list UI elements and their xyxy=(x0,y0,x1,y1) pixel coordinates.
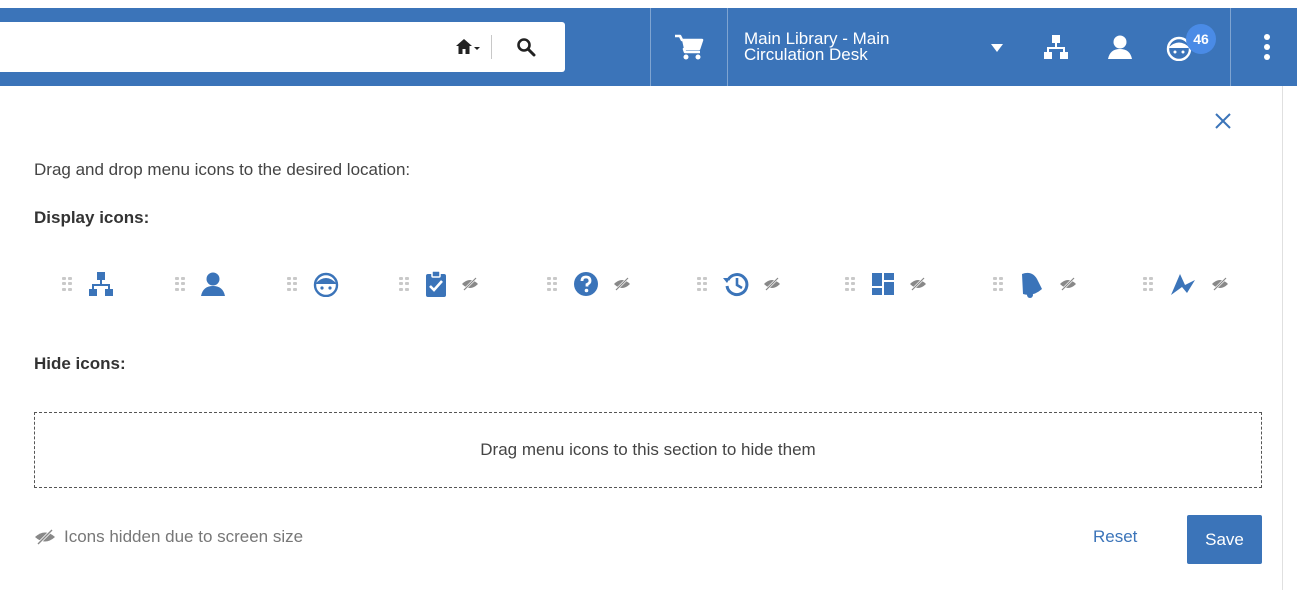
save-button[interactable]: Save xyxy=(1187,515,1262,564)
user-button[interactable] xyxy=(1096,8,1144,86)
launch-icon xyxy=(1171,274,1195,295)
cart-button[interactable] xyxy=(652,8,726,86)
draggable-icon-tasks[interactable] xyxy=(399,262,479,306)
hierarchy-icon xyxy=(1044,35,1068,59)
help-circle-icon xyxy=(574,272,598,296)
hidden-on-small-screens-indicator xyxy=(1059,277,1077,291)
draggable-icon-avatar[interactable] xyxy=(287,262,339,306)
dropzone-hint: Drag menu icons to this section to hide … xyxy=(480,440,816,459)
eye-slash-icon xyxy=(764,277,780,291)
search-input[interactable] xyxy=(0,22,565,72)
library-selector[interactable]: Main Library - Main Circulation Desk xyxy=(728,8,1024,86)
more-menu-button[interactable] xyxy=(1236,8,1297,86)
hidden-icons-note-text: Icons hidden due to screen size xyxy=(64,527,304,546)
close-icon[interactable] xyxy=(1210,108,1236,134)
history-icon xyxy=(723,273,749,296)
display-icons-label: Display icons: xyxy=(34,208,150,227)
hidden-on-small-screens-indicator xyxy=(613,277,631,291)
search-divider xyxy=(491,35,492,59)
hierarchy-button[interactable] xyxy=(1032,8,1080,86)
drag-handle-icon[interactable] xyxy=(1143,277,1153,291)
eye-slash-icon xyxy=(1212,277,1228,291)
avatar-face-icon xyxy=(313,272,339,297)
drag-handle-icon[interactable] xyxy=(62,277,72,291)
more-vertical-icon-dot xyxy=(1263,54,1270,60)
hierarchy-icon xyxy=(89,272,113,296)
hidden-icons-note: Icons hidden due to screen size xyxy=(34,527,303,547)
reset-button[interactable]: Reset xyxy=(1093,527,1137,547)
drag-handle-icon[interactable] xyxy=(175,277,185,291)
eye-slash-icon xyxy=(1060,277,1076,291)
hidden-on-small-screens-indicator xyxy=(763,277,781,291)
more-vertical-icon-dot xyxy=(1263,44,1270,50)
hidden-on-small-screens-indicator xyxy=(1211,277,1229,291)
eye-slash-icon xyxy=(614,277,630,291)
more-vertical-icon-dot xyxy=(1263,34,1270,40)
eye-slash-icon xyxy=(910,277,926,291)
draggable-icon-notifications[interactable] xyxy=(993,262,1077,306)
draggable-icon-hierarchy[interactable] xyxy=(62,262,114,306)
hide-icons-label: Hide icons: xyxy=(34,354,126,373)
user-icon xyxy=(1108,35,1132,59)
search-scope-dropdown[interactable] xyxy=(445,22,491,72)
home-icon xyxy=(456,39,480,54)
hide-icons-dropzone[interactable]: Drag menu icons to this section to hide … xyxy=(34,412,1262,488)
draggable-icon-user[interactable] xyxy=(175,262,225,306)
drag-handle-icon[interactable] xyxy=(547,277,557,291)
topbar-divider xyxy=(1230,8,1231,86)
hidden-on-small-screens-indicator xyxy=(461,277,479,291)
drag-handle-icon[interactable] xyxy=(845,277,855,291)
topbar-divider xyxy=(650,8,651,86)
draggable-icon-dashboard[interactable] xyxy=(845,262,927,306)
user-icon xyxy=(201,272,225,296)
notification-badge: 46 xyxy=(1186,24,1216,54)
eye-slash-icon xyxy=(35,529,55,545)
hidden-on-small-screens-indicator xyxy=(909,277,927,291)
drag-handle-icon[interactable] xyxy=(993,277,1003,291)
drag-handle-icon[interactable] xyxy=(697,277,707,291)
display-icons-list xyxy=(0,262,1297,306)
clipboard-check-icon xyxy=(426,270,446,297)
caret-down-icon xyxy=(991,44,1003,52)
eye-slash-icon xyxy=(462,277,478,291)
draggable-icon-launch[interactable] xyxy=(1143,262,1229,306)
top-bar: Main Library - Main Circulation Desk 46 xyxy=(0,8,1297,86)
dashboard-icon xyxy=(872,273,894,295)
instructions-text: Drag and drop menu icons to the desired … xyxy=(34,160,411,179)
desk-name: Circulation Desk xyxy=(744,45,868,64)
search-icon xyxy=(517,38,536,57)
bell-icon xyxy=(1022,272,1042,298)
draggable-icon-help[interactable] xyxy=(547,262,631,306)
drag-handle-icon[interactable] xyxy=(287,277,297,291)
panel-border xyxy=(1282,86,1283,590)
draggable-icon-history[interactable] xyxy=(697,262,781,306)
search-button[interactable] xyxy=(503,22,549,72)
cart-icon xyxy=(675,34,704,60)
drag-handle-icon[interactable] xyxy=(399,277,409,291)
